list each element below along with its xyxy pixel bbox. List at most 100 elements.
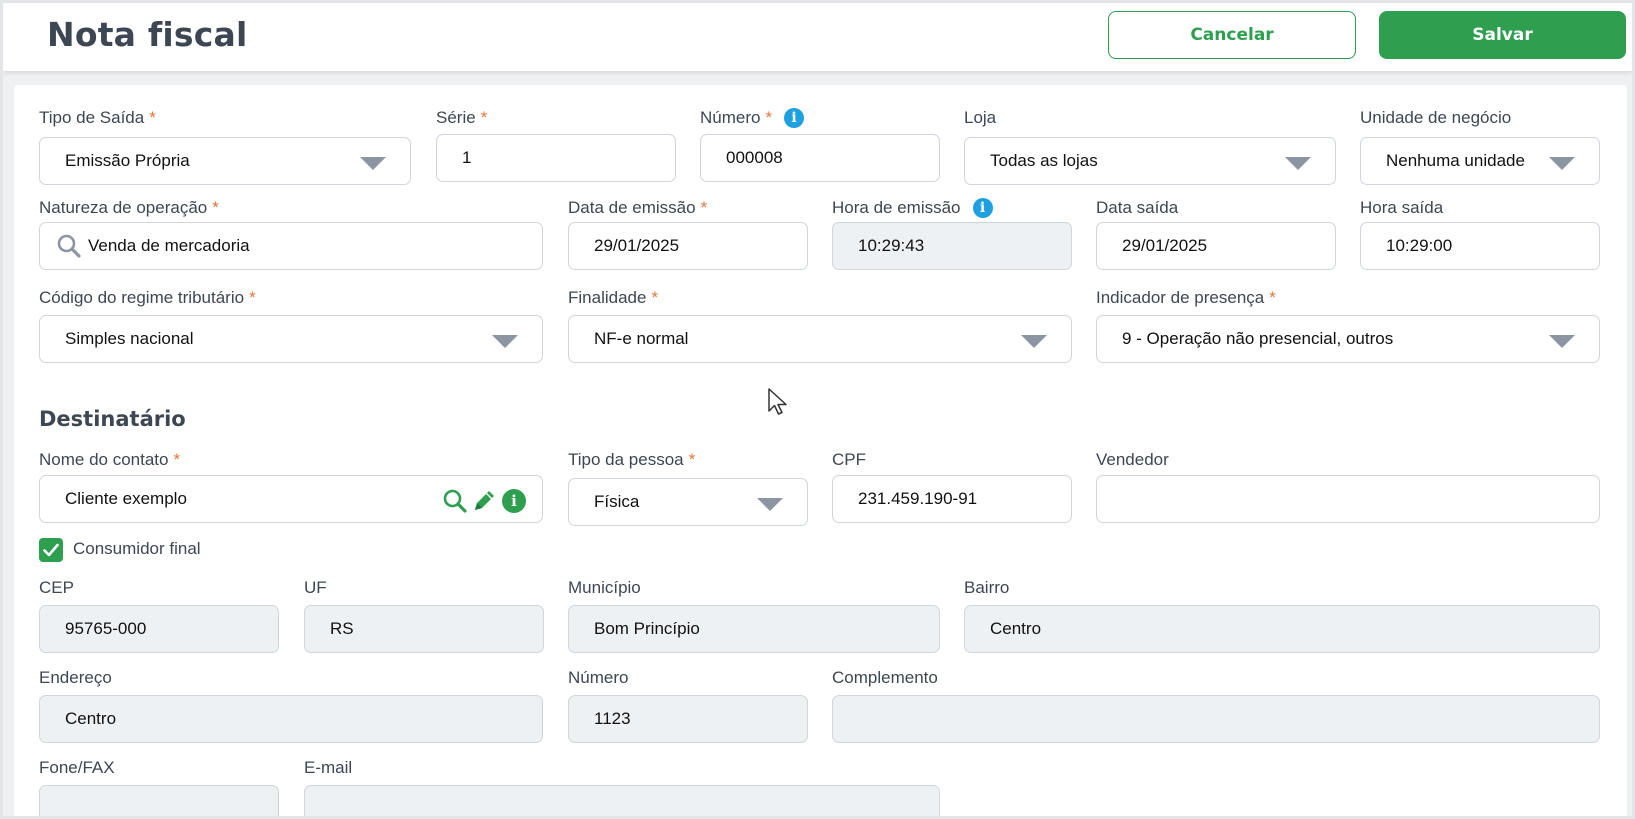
data-emissao-input[interactable]: 29/01/2025 [568, 222, 808, 270]
numero-label: Número * i [700, 108, 805, 128]
unidade-negocio-select[interactable]: Nenhuma unidade [1360, 137, 1600, 185]
indicador-presenca-value: 9 - Operação não presencial, outros [1122, 329, 1394, 348]
data-saida-value: 29/01/2025 [1122, 236, 1208, 255]
nome-contato-value: Cliente exemplo [65, 489, 187, 508]
nome-contato-label-text: Nome do contato [39, 450, 169, 469]
loja-label: Loja [964, 108, 997, 127]
search-icon[interactable] [442, 488, 468, 514]
bairro-input[interactable]: Centro [964, 605, 1600, 653]
complemento-input[interactable] [832, 695, 1600, 743]
required-mark: * [480, 108, 488, 127]
bairro-value: Centro [990, 619, 1042, 638]
required-mark: * [212, 198, 219, 217]
finalidade-label-text: Finalidade [568, 288, 647, 307]
regime-tributario-value: Simples nacional [65, 329, 194, 348]
finalidade-select[interactable]: NF-e normal [568, 315, 1072, 363]
save-button[interactable]: Salvar [1379, 11, 1626, 59]
consumidor-final-label[interactable]: Consumidor final [73, 539, 201, 559]
chevron-down-icon [1021, 335, 1047, 348]
cep-input[interactable]: 95765-000 [39, 605, 279, 653]
indicador-presenca-label-text: Indicador de presença [1096, 288, 1265, 307]
unidade-negocio-value: Nenhuma unidade [1386, 151, 1525, 170]
nome-contato-input[interactable]: Cliente exemplo i [39, 475, 543, 523]
municipio-value: Bom Princípio [594, 619, 700, 638]
numero-destinatario-input[interactable]: 1123 [568, 695, 808, 743]
required-mark: * [765, 108, 773, 127]
unidade-negocio-label: Unidade de negócio [1360, 108, 1512, 127]
chevron-down-icon [1285, 157, 1311, 170]
fone-fax-input[interactable] [39, 785, 279, 816]
chevron-down-icon [757, 498, 783, 511]
email-input[interactable] [304, 785, 940, 816]
numero-input[interactable]: 000008 [700, 134, 940, 182]
serie-label: Série * [436, 108, 487, 128]
indicador-presenca-label: Indicador de presença * [1096, 288, 1276, 308]
hora-emissao-value: 10:29:43 [858, 236, 925, 255]
natureza-operacao-input[interactable]: Venda de mercadoria [39, 222, 543, 270]
tipo-saida-label: Tipo de Saída * [39, 108, 156, 128]
chevron-down-icon [360, 157, 386, 170]
endereco-value: Centro [65, 709, 117, 728]
data-saida-label: Data saída [1096, 198, 1179, 217]
tipo-saida-select[interactable]: Emissão Própria [39, 137, 411, 185]
cancel-button[interactable]: Cancelar [1108, 11, 1356, 59]
natureza-operacao-label: Natureza de operação * [39, 198, 219, 218]
required-mark: * [149, 108, 156, 127]
hora-emissao-input: 10:29:43 [832, 222, 1072, 270]
endereco-label: Endereço [39, 668, 112, 687]
page-title: Nota fiscal [47, 15, 248, 54]
search-icon[interactable] [56, 233, 82, 259]
vendedor-input[interactable] [1096, 475, 1600, 523]
info-icon[interactable]: i [972, 198, 993, 218]
tipo-saida-label-text: Tipo de Saída [39, 108, 145, 127]
required-mark: * [651, 288, 659, 307]
chevron-down-icon [1549, 157, 1575, 170]
natureza-operacao-value: Venda de mercadoria [88, 236, 250, 255]
endereco-input[interactable]: Centro [39, 695, 543, 743]
email-label: E-mail [304, 758, 353, 777]
pencil-icon[interactable] [471, 488, 497, 514]
window-frame: Nota fiscal Cancelar Salvar Tipo de Saíd… [0, 0, 1635, 819]
required-mark: * [249, 288, 256, 307]
finalidade-label: Finalidade * [568, 288, 658, 308]
cep-label: CEP [39, 578, 74, 597]
loja-select[interactable]: Todas as lojas [964, 137, 1336, 185]
uf-input[interactable]: RS [304, 605, 544, 653]
required-mark: * [173, 450, 181, 469]
hora-emissao-label: Hora de emissão i [832, 198, 993, 218]
numero-value: 000008 [726, 148, 783, 167]
regime-tributario-select[interactable]: Simples nacional [39, 315, 543, 363]
cpf-value: 231.459.190-91 [858, 489, 978, 508]
data-emissao-label: Data de emissão * [568, 198, 707, 218]
data-saida-input[interactable]: 29/01/2025 [1096, 222, 1336, 270]
mouse-cursor-icon [768, 388, 787, 415]
info-icon[interactable]: i [784, 108, 805, 128]
serie-input[interactable]: 1 [436, 134, 676, 182]
hora-saida-value: 10:29:00 [1386, 236, 1453, 255]
consumidor-final-checkbox[interactable] [39, 538, 63, 562]
regime-tributario-label-text: Código do regime tributário [39, 288, 245, 307]
chevron-down-icon [492, 335, 518, 348]
data-emissao-label-text: Data de emissão [568, 198, 696, 217]
loja-value: Todas as lojas [990, 151, 1098, 170]
natureza-operacao-label-text: Natureza de operação [39, 198, 208, 217]
info-icon[interactable]: i [502, 489, 526, 513]
hora-saida-input[interactable]: 10:29:00 [1360, 222, 1600, 270]
cpf-input[interactable]: 231.459.190-91 [832, 475, 1072, 523]
bairro-label: Bairro [964, 578, 1010, 597]
numero-label-text: Número [700, 108, 761, 127]
destinatario-title: Destinatário [39, 407, 186, 431]
indicador-presenca-select[interactable]: 9 - Operação não presencial, outros [1096, 315, 1600, 363]
tipo-pessoa-select[interactable]: Física [568, 478, 808, 526]
cpf-label: CPF [832, 450, 866, 469]
hora-emissao-label-text: Hora de emissão [832, 198, 961, 217]
fone-fax-label: Fone/FAX [39, 758, 115, 777]
complemento-label: Complemento [832, 668, 938, 687]
uf-value: RS [330, 619, 354, 638]
cep-value: 95765-000 [65, 619, 147, 638]
numero-destinatario-value: 1123 [594, 709, 631, 728]
tipo-pessoa-label-text: Tipo da pessoa [568, 450, 684, 469]
municipio-input[interactable]: Bom Princípio [568, 605, 940, 653]
tipo-pessoa-label: Tipo da pessoa * [568, 450, 695, 470]
check-icon [43, 543, 59, 557]
